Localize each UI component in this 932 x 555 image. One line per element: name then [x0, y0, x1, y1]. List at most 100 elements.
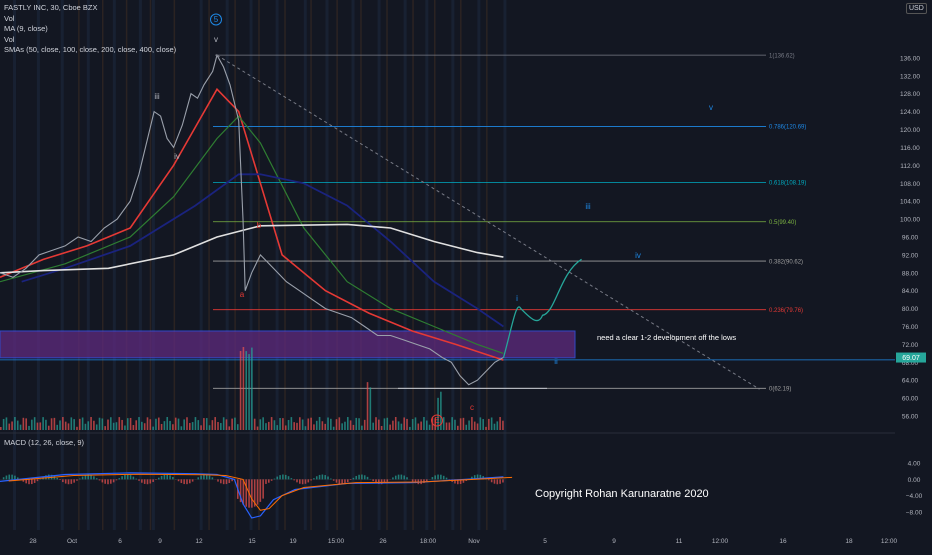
macd-tick-label: −4.00	[906, 493, 923, 500]
macd-histogram-bar	[423, 479, 425, 483]
volume-bar	[319, 417, 321, 430]
macd-histogram-bar	[155, 479, 157, 480]
macd-histogram-bar	[398, 475, 400, 480]
volume-bar	[381, 426, 383, 430]
volume-bar	[155, 419, 157, 430]
macd-histogram-bar	[355, 476, 357, 479]
macd-histogram-bar	[296, 479, 298, 482]
wave-label: iii	[585, 202, 591, 211]
session-band	[102, 0, 104, 530]
macd-histogram-bar	[350, 479, 352, 480]
wave-label: v	[214, 35, 218, 44]
wave-label: i	[516, 294, 518, 303]
volume-bar	[127, 418, 129, 430]
macd-histogram-bar	[305, 479, 307, 483]
volume-bar	[172, 424, 174, 430]
moving-average-line	[22, 174, 504, 326]
macd-histogram-bar	[502, 479, 504, 482]
wave-label: v	[709, 103, 713, 112]
macd-histogram-bar	[434, 475, 436, 479]
macd-histogram-bar	[288, 476, 290, 479]
volume-bar	[480, 417, 482, 430]
volume-bar	[118, 417, 120, 430]
volume-bar	[296, 423, 298, 430]
x-tick-label: 6	[118, 538, 122, 545]
macd-histogram-bar	[367, 477, 369, 480]
session-band	[37, 0, 40, 530]
macd-histogram-bar	[6, 476, 8, 480]
currency-badge[interactable]: USD	[906, 3, 927, 14]
session-band	[386, 0, 388, 530]
macd-histogram-bar	[189, 479, 191, 483]
volume-bar	[54, 418, 56, 430]
volume-bar	[386, 418, 388, 430]
volume-bar	[415, 417, 417, 430]
session-band	[113, 0, 116, 530]
volume-bar	[231, 419, 233, 430]
macd-histogram-bar	[426, 479, 428, 481]
macd-histogram-bar	[229, 479, 231, 483]
macd-histogram-bar	[144, 479, 146, 484]
volume-bar	[496, 421, 498, 430]
volume-bar	[192, 422, 194, 430]
volume-bar	[260, 419, 262, 430]
wave-label: a	[240, 290, 245, 299]
wave-label: iii	[154, 92, 160, 101]
volume-bar	[279, 418, 281, 430]
volume-bar	[209, 425, 211, 430]
macd-histogram-bar	[496, 479, 498, 484]
macd-histogram-bar	[172, 477, 174, 479]
macd-histogram-bar	[243, 479, 245, 504]
y-tick-label: 64.00	[902, 378, 919, 385]
volume-bar	[344, 422, 346, 430]
volume-bar	[310, 418, 312, 430]
chart-svg[interactable]: 136.00132.00128.00124.00120.00116.00112.…	[0, 0, 932, 550]
macd-histogram-bar	[37, 479, 39, 481]
volume-bar	[186, 417, 188, 430]
volume-bar	[234, 418, 236, 430]
volume-bar	[268, 422, 270, 430]
volume-bar	[248, 354, 250, 430]
x-tick-label: 28	[29, 538, 37, 545]
macd-histogram-bar	[344, 479, 346, 483]
y-tick-label: 76.00	[902, 324, 919, 331]
volume-bar	[6, 417, 8, 430]
session-band	[234, 0, 236, 530]
x-tick-label: 12:00	[712, 538, 729, 545]
macd-histogram-bar	[446, 478, 448, 480]
macd-histogram-bar	[432, 477, 434, 479]
session-band	[412, 0, 414, 530]
y-tick-label: 88.00	[902, 270, 919, 277]
volume-bar	[62, 417, 64, 430]
volume-bar	[313, 424, 315, 430]
macd-histogram-bar	[118, 478, 120, 479]
volume-bar	[226, 419, 228, 430]
y-tick-label: 116.00	[900, 145, 920, 152]
macd-histogram-bar	[386, 479, 388, 481]
y-tick-label: 100.00	[900, 217, 920, 224]
volume-bar	[474, 422, 476, 430]
volume-bar	[79, 419, 81, 430]
x-tick-label: 26	[379, 538, 387, 545]
macd-histogram-bar	[203, 475, 205, 480]
macd-histogram-bar	[322, 475, 324, 480]
macd-histogram-bar	[324, 475, 326, 479]
volume-bar	[237, 424, 239, 430]
volume-bar	[133, 425, 135, 430]
volume-bar	[353, 425, 355, 430]
macd-histogram-bar	[353, 478, 355, 480]
macd-histogram-bar	[491, 479, 493, 482]
volume-bar	[429, 425, 431, 430]
support-zone	[0, 331, 575, 358]
volume-bar	[42, 417, 44, 430]
legend-line: Vol	[4, 14, 176, 25]
volume-bar	[420, 422, 422, 430]
volume-bar	[99, 418, 101, 430]
fib-level-label: 1(136.62)	[769, 53, 795, 59]
chart-area[interactable]: 136.00132.00128.00124.00120.00116.00112.…	[0, 0, 932, 550]
wave-label: iv	[174, 152, 180, 161]
macd-histogram-bar	[82, 477, 84, 480]
y-tick-label: 92.00	[902, 252, 919, 259]
volume-bar	[195, 417, 197, 430]
annotation-note: need a clear 1-2 development off the low…	[597, 333, 736, 342]
